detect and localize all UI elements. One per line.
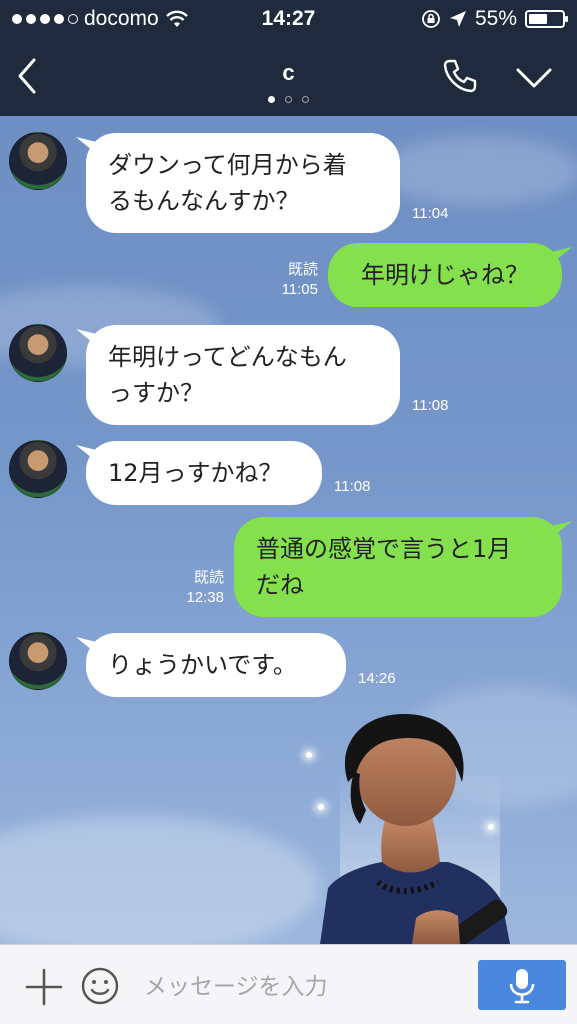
message-bubble-incoming[interactable]: ダウンって何月から着 るもんなんすか？ bbox=[86, 133, 400, 233]
message-time: 11:05 bbox=[281, 281, 318, 298]
voice-button[interactable] bbox=[478, 960, 566, 1010]
sticker-image[interactable] bbox=[320, 712, 510, 944]
chat-header: c bbox=[0, 38, 577, 116]
message-text-line: 年明けってどんなもん bbox=[108, 343, 347, 371]
rotation-lock-icon bbox=[422, 10, 440, 28]
background-cloud bbox=[0, 816, 320, 944]
microphone-icon bbox=[509, 969, 535, 1004]
chat-area[interactable]: ダウンって何月から着 るもんなんすか？ 11:04 既読 11:05 年明けじゃ… bbox=[0, 116, 577, 944]
page-indicator bbox=[0, 96, 577, 103]
message-input-bar: メッセージを入力 bbox=[0, 944, 577, 1024]
message-text-line: 年明けじゃね？ bbox=[361, 261, 529, 289]
message-text-line: だね bbox=[256, 571, 304, 599]
background-cloud bbox=[380, 136, 577, 206]
page-dot bbox=[268, 96, 275, 103]
message-input[interactable]: メッセージを入力 bbox=[144, 967, 464, 1007]
message-time: 11:08 bbox=[334, 478, 371, 495]
chat-title: c bbox=[282, 60, 295, 85]
page-dot bbox=[302, 96, 309, 103]
status-bar: docomo 14:27 55% bbox=[0, 0, 577, 38]
message-bubble-incoming[interactable]: 年明けってどんなもん っすか？ bbox=[86, 325, 400, 425]
message-text-line: りょうかいです。 bbox=[108, 651, 297, 679]
location-arrow-icon bbox=[449, 11, 466, 27]
message-text-line: っすか？ bbox=[108, 379, 204, 407]
avatar[interactable] bbox=[9, 632, 67, 690]
status-right: 55% bbox=[421, 7, 568, 31]
avatar[interactable] bbox=[9, 132, 67, 190]
message-time: 11:08 bbox=[412, 397, 449, 414]
message-text-line: 12月っすかね？ bbox=[108, 459, 283, 487]
page-dot bbox=[285, 96, 292, 103]
message-text-line: 普通の感覚で言うと1月 bbox=[256, 535, 512, 563]
message-time: 12:38 bbox=[186, 589, 224, 606]
battery-icon bbox=[525, 10, 568, 28]
message-bubble-outgoing[interactable]: 年明けじゃね？ bbox=[328, 243, 562, 307]
smiley-icon[interactable] bbox=[80, 966, 120, 1006]
sparkle bbox=[306, 752, 312, 758]
message-bubble-outgoing[interactable]: 普通の感覚で言うと1月 だね bbox=[234, 517, 562, 617]
message-text-line: ダウンって何月から着 bbox=[108, 151, 347, 179]
message-time: 14:26 bbox=[358, 670, 396, 687]
message-text-line: るもんなんすか？ bbox=[108, 187, 300, 215]
avatar[interactable] bbox=[9, 440, 67, 498]
battery-percent: 55% bbox=[474, 7, 517, 30]
avatar[interactable] bbox=[9, 324, 67, 382]
read-receipt: 既読 bbox=[287, 261, 318, 278]
read-receipt: 既読 bbox=[193, 569, 224, 586]
message-bubble-incoming[interactable]: りょうかいです。 bbox=[86, 633, 346, 697]
message-bubble-incoming[interactable]: 12月っすかね？ bbox=[86, 441, 322, 505]
chevron-down-icon[interactable] bbox=[512, 60, 556, 96]
phone-icon[interactable] bbox=[440, 56, 480, 96]
message-time: 11:04 bbox=[412, 205, 449, 222]
plus-icon[interactable] bbox=[24, 967, 64, 1007]
